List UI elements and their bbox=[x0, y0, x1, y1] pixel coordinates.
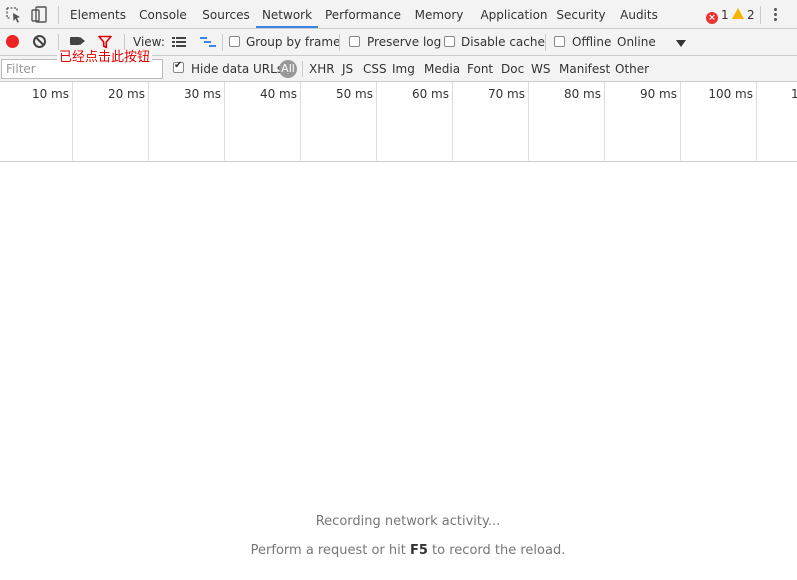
reload-hint-key: F5 bbox=[409, 543, 428, 558]
warning-icon bbox=[732, 8, 744, 19]
tab-security[interactable]: Security bbox=[556, 0, 606, 28]
timeline-tick: 1 bbox=[757, 82, 797, 162]
tab-memory[interactable]: Memory bbox=[410, 0, 468, 28]
recording-status-text: Recording network activity... bbox=[315, 514, 501, 529]
tab-elements[interactable]: Elements bbox=[66, 0, 130, 28]
group-by-frame-checkbox[interactable] bbox=[229, 36, 240, 47]
tick-label: 60 ms bbox=[411, 87, 449, 101]
waterfall-overview-icon[interactable] bbox=[200, 37, 216, 49]
tick-label: 30 ms bbox=[183, 87, 221, 101]
filter-type-img[interactable]: Img bbox=[392, 56, 415, 82]
tab-console[interactable]: Console bbox=[132, 0, 194, 28]
tab-performance[interactable]: Performance bbox=[322, 0, 404, 28]
error-count: 1 bbox=[721, 8, 729, 22]
throttling-select[interactable]: Online bbox=[617, 29, 656, 56]
filter-divider bbox=[302, 61, 303, 77]
tabbar-divider-right bbox=[760, 6, 761, 24]
inspect-element-icon[interactable] bbox=[5, 6, 23, 24]
device-toolbar-icon[interactable] bbox=[30, 6, 48, 24]
timeline-tick: 90 ms bbox=[605, 82, 681, 162]
filter-toggle-icon[interactable] bbox=[98, 35, 112, 49]
tabbar-divider bbox=[58, 6, 59, 24]
timeline-overview[interactable]: 10 ms 20 ms 30 ms 40 ms 50 ms 60 ms 70 m… bbox=[0, 82, 797, 162]
large-request-rows-icon[interactable] bbox=[172, 37, 186, 47]
preserve-log-label[interactable]: Preserve log bbox=[367, 29, 441, 56]
disable-cache-label[interactable]: Disable cache bbox=[461, 29, 545, 56]
filter-type-ws[interactable]: WS bbox=[531, 56, 550, 82]
capture-screenshots-icon[interactable] bbox=[70, 37, 85, 45]
timeline-tick: 40 ms bbox=[225, 82, 301, 162]
hide-data-urls-checkbox[interactable] bbox=[173, 60, 184, 73]
tick-label: 40 ms bbox=[259, 87, 297, 101]
tab-network[interactable]: Network bbox=[256, 0, 318, 28]
error-icon: × bbox=[706, 12, 718, 24]
devtools-tabbar: Elements Console Sources Network Perform… bbox=[0, 0, 797, 29]
filter-type-font[interactable]: Font bbox=[467, 56, 493, 82]
reload-hint-after: to record the reload. bbox=[427, 543, 566, 558]
offline-label[interactable]: Offline bbox=[572, 29, 611, 56]
disable-cache-checkbox[interactable] bbox=[444, 36, 455, 47]
preserve-log-checkbox[interactable] bbox=[349, 36, 360, 47]
tick-label: 10 ms bbox=[31, 87, 69, 101]
throttling-dropdown-icon[interactable] bbox=[676, 40, 686, 47]
record-button[interactable] bbox=[6, 35, 19, 48]
timeline-tick: 80 ms bbox=[529, 82, 605, 162]
hide-data-urls-label[interactable]: Hide data URLs bbox=[191, 56, 283, 82]
reload-hint-text: Perform a request or hit F5 to record th… bbox=[0, 543, 797, 558]
timeline-tick: 100 ms bbox=[681, 82, 757, 162]
warning-counter[interactable]: 2 bbox=[732, 7, 755, 23]
timeline-tick: 70 ms bbox=[453, 82, 529, 162]
timeline-tick: 30 ms bbox=[149, 82, 225, 162]
toolbar-divider bbox=[339, 34, 340, 51]
timeline-tick: 20 ms bbox=[73, 82, 149, 162]
group-by-frame-label[interactable]: Group by frame bbox=[246, 29, 340, 56]
warning-count: 2 bbox=[747, 8, 755, 22]
filter-type-js[interactable]: JS bbox=[342, 56, 353, 82]
tick-label: 70 ms bbox=[487, 87, 525, 101]
tick-label: 1 bbox=[791, 87, 797, 101]
timeline-tick: 50 ms bbox=[301, 82, 377, 162]
filter-type-css[interactable]: CSS bbox=[363, 56, 387, 82]
more-options-icon[interactable] bbox=[774, 8, 778, 22]
tick-label: 50 ms bbox=[335, 87, 373, 101]
filter-type-all[interactable]: All bbox=[279, 60, 297, 78]
filter-type-media[interactable]: Media bbox=[424, 56, 460, 82]
tab-audits[interactable]: Audits bbox=[618, 0, 660, 28]
tick-label: 100 ms bbox=[708, 87, 753, 101]
toolbar-divider bbox=[124, 34, 125, 51]
error-counter[interactable]: × 1 bbox=[706, 7, 729, 24]
timeline-tick: 10 ms bbox=[0, 82, 73, 162]
tick-label: 20 ms bbox=[107, 87, 145, 101]
toolbar-divider bbox=[222, 34, 223, 51]
filter-type-doc[interactable]: Doc bbox=[501, 56, 524, 82]
timeline-tick: 60 ms bbox=[377, 82, 453, 162]
offline-checkbox[interactable] bbox=[554, 36, 565, 47]
tab-sources[interactable]: Sources bbox=[196, 0, 256, 28]
reload-hint-before: Perform a request or hit bbox=[250, 543, 410, 558]
filter-type-manifest[interactable]: Manifest bbox=[559, 56, 610, 82]
clear-button[interactable] bbox=[33, 35, 46, 48]
screenshot-annotation: 已经点击此按钮 bbox=[57, 50, 153, 66]
toolbar-divider bbox=[58, 34, 59, 51]
tab-application[interactable]: Application bbox=[474, 0, 554, 28]
tick-label: 80 ms bbox=[563, 87, 601, 101]
toolbar-divider bbox=[545, 34, 546, 51]
filter-type-other[interactable]: Other bbox=[615, 56, 649, 82]
filter-type-xhr[interactable]: XHR bbox=[309, 56, 335, 82]
tick-label: 90 ms bbox=[639, 87, 677, 101]
